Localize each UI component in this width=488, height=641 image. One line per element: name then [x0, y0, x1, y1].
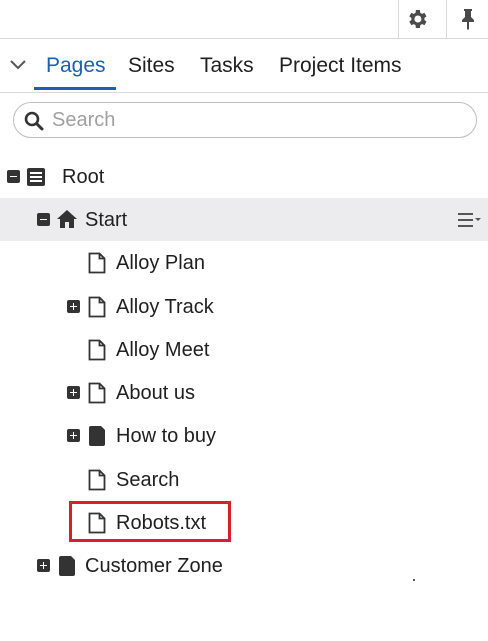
tree-node-label: Start — [85, 209, 128, 231]
tree-node-alloy-plan[interactable]: Alloy Plan — [0, 241, 488, 284]
page-icon — [88, 252, 106, 274]
tree-node-label: Root — [62, 166, 105, 188]
tree-node-alloy-track[interactable]: Alloy Track — [0, 285, 488, 328]
container-page-icon — [89, 426, 105, 446]
tree-node-label: How to buy — [116, 425, 217, 447]
tab-project-items[interactable]: Project Items — [279, 54, 402, 78]
tab-bar: Pages Sites Tasks Project Items — [0, 39, 488, 93]
tree-node-label: Alloy Track — [116, 296, 214, 318]
active-tab-indicator — [34, 87, 116, 90]
highlight-outline — [69, 501, 231, 542]
tree-node-about-us[interactable]: About us — [0, 371, 488, 414]
tree-node-label: Alloy Plan — [116, 252, 205, 274]
node-menu-icon[interactable] — [458, 211, 482, 229]
expand-toggle[interactable] — [67, 429, 80, 442]
expand-toggle[interactable] — [67, 300, 80, 313]
page-icon — [88, 469, 106, 491]
pin-icon — [462, 9, 474, 30]
home-icon — [57, 210, 77, 228]
chevron-down-icon — [10, 60, 26, 70]
collapse-toggle[interactable] — [37, 213, 50, 226]
page-icon — [88, 296, 106, 318]
tree-node-alloy-meet[interactable]: Alloy Meet — [0, 328, 488, 371]
page-icon — [88, 382, 106, 404]
expand-toggle[interactable] — [37, 559, 50, 572]
tree-node-label: About us — [116, 382, 195, 404]
tree-node-start[interactable]: Start — [0, 198, 488, 241]
tree-node-label: Customer Zone — [85, 555, 223, 577]
tree-node-how-to-buy[interactable]: How to buy — [0, 414, 488, 457]
list-page-icon — [27, 168, 45, 186]
pin-button[interactable] — [446, 0, 488, 38]
tab-pages[interactable]: Pages — [46, 54, 106, 78]
tree-node-label: Alloy Meet — [116, 339, 210, 361]
stray-dot — [413, 579, 415, 581]
gear-icon — [409, 10, 427, 28]
tab-tasks[interactable]: Tasks — [200, 54, 254, 78]
collapse-panel-button[interactable] — [8, 55, 28, 75]
tree-node-search[interactable]: Search — [0, 458, 488, 501]
toolbar — [0, 0, 488, 39]
page-icon — [88, 339, 106, 361]
search-box — [13, 102, 477, 138]
tree-node-root[interactable]: Root — [0, 155, 488, 198]
collapse-toggle[interactable] — [7, 170, 20, 183]
expand-toggle[interactable] — [67, 386, 80, 399]
search-icon — [24, 111, 44, 131]
tree-node-label: Search — [116, 469, 180, 491]
container-page-icon — [59, 556, 75, 576]
search-input[interactable] — [52, 107, 462, 133]
settings-button[interactable] — [398, 0, 435, 38]
tab-sites[interactable]: Sites — [128, 54, 175, 78]
